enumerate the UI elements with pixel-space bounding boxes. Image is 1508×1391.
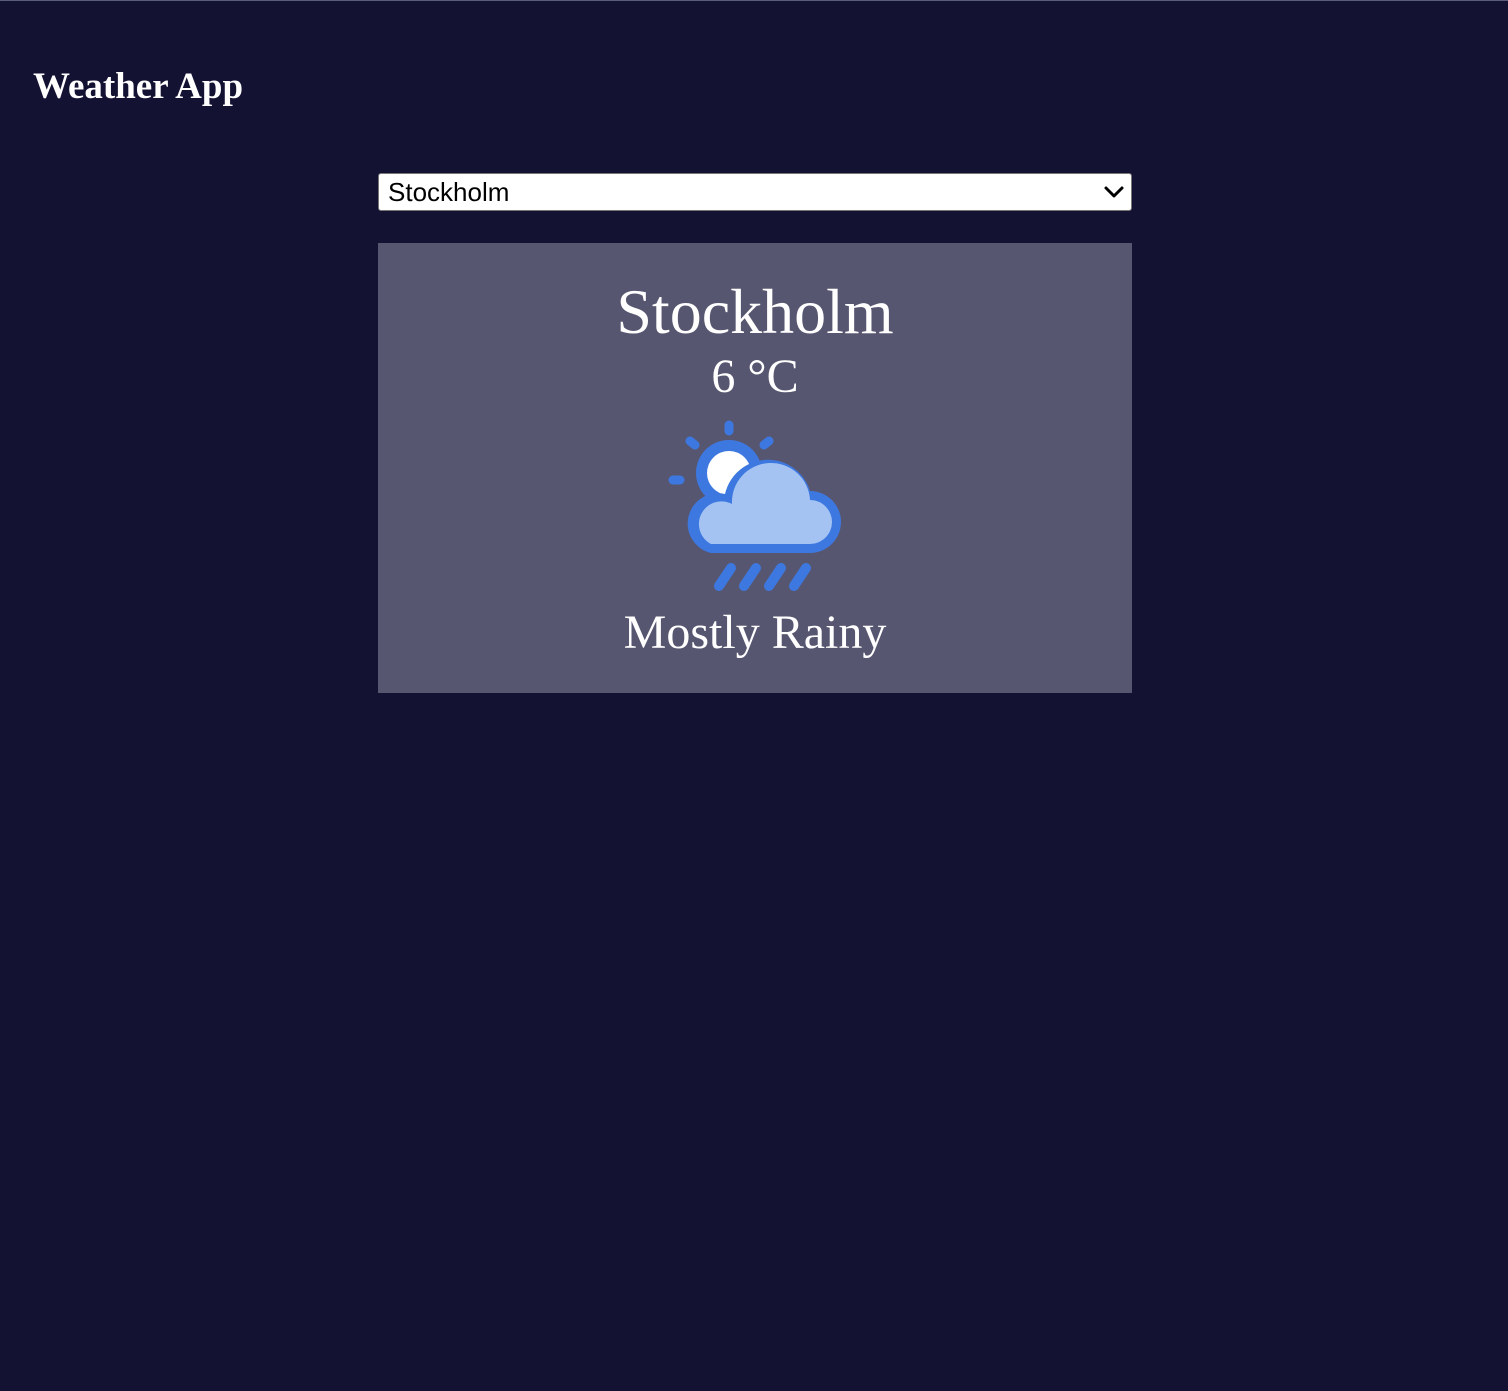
- city-select-value: Stockholm: [388, 177, 510, 207]
- weather-card: Stockholm 6 °C Mostly Rainy: [378, 243, 1132, 693]
- app-title: Weather App: [33, 66, 244, 107]
- weather-condition: Mostly Rainy: [623, 606, 887, 659]
- city-select[interactable]: Stockholm: [378, 173, 1132, 211]
- weather-temperature: 6 °C: [711, 350, 799, 403]
- top-border: [0, 0, 1508, 1]
- chevron-down-icon: [1104, 186, 1124, 198]
- partly-cloudy-rain-icon: [668, 420, 841, 591]
- weather-city: Stockholm: [616, 276, 894, 347]
